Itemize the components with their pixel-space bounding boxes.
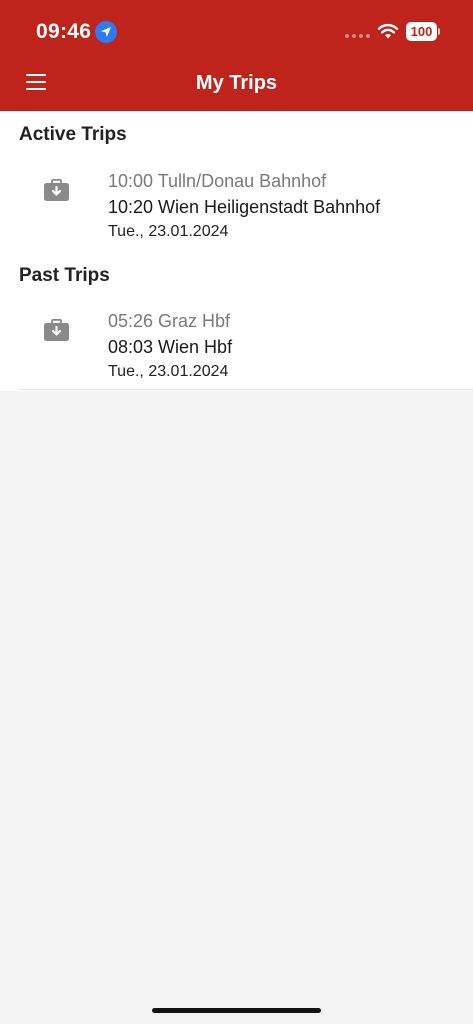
status-time-label: 09:46 bbox=[36, 20, 92, 43]
status-time: 09:46 bbox=[36, 20, 118, 44]
cellular-signal-icon bbox=[345, 34, 370, 38]
header: 09:46 100 My Trips bbox=[0, 0, 473, 111]
trip-arrival: 10:20 Wien Heiligenstadt Bahnhof bbox=[108, 197, 381, 217]
trip-item-past[interactable]: 05:26 Graz Hbf 08:03 Wien Hbf Tue., 23.0… bbox=[0, 311, 473, 391]
home-indicator[interactable] bbox=[152, 1008, 321, 1013]
trip-arrival: 08:03 Wien Hbf bbox=[108, 337, 233, 357]
trip-date: Tue., 23.01.2024 bbox=[108, 363, 229, 380]
location-arrow-icon bbox=[95, 21, 118, 43]
section-title-past-trips: Past Trips bbox=[19, 265, 110, 286]
trips-list: Active Trips 10:00 Tulln/Donau Bahnhof 1… bbox=[0, 111, 473, 391]
trip-departure: 10:00 Tulln/Donau Bahnhof bbox=[108, 171, 327, 191]
battery-level: 100 bbox=[406, 22, 437, 41]
trip-departure: 05:26 Graz Hbf bbox=[108, 311, 231, 331]
battery-icon: 100 bbox=[406, 22, 440, 41]
trip-date: Tue., 23.01.2024 bbox=[108, 223, 229, 240]
briefcase-download-icon bbox=[44, 319, 69, 341]
briefcase-download-icon bbox=[44, 179, 69, 201]
list-divider bbox=[19, 389, 473, 390]
page-title: My Trips bbox=[195, 72, 278, 94]
my-trips-screen: 09:46 100 My Trips Active Trips 10:00 Tu… bbox=[0, 0, 473, 1024]
trip-item-active[interactable]: 10:00 Tulln/Donau Bahnhof 10:20 Wien Hei… bbox=[0, 171, 473, 251]
wifi-icon bbox=[377, 23, 399, 39]
section-title-active-trips: Active Trips bbox=[19, 124, 127, 145]
